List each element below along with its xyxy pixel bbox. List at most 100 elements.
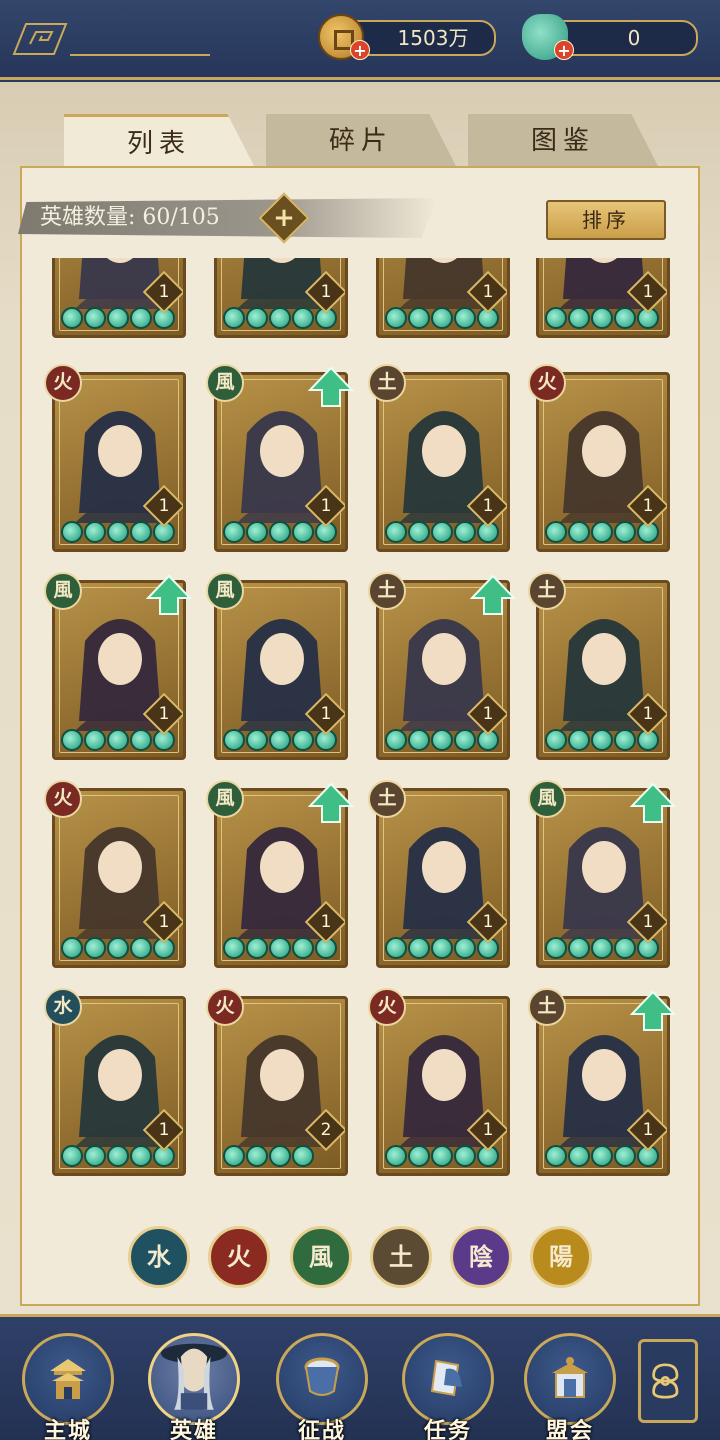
tab-list[interactable]: 列表 xyxy=(64,114,254,166)
element-fire-badge: 火 xyxy=(206,988,244,1026)
nav-label-heroes: 英雄 xyxy=(169,1419,218,1440)
jade-star-icon xyxy=(269,307,291,329)
jade-star-icon xyxy=(84,729,106,751)
jade-star-icon xyxy=(614,937,636,959)
add-jade-button[interactable]: + xyxy=(554,40,574,60)
jade-star-icon xyxy=(246,729,268,751)
nav-heroes[interactable]: 英雄 xyxy=(144,1333,244,1440)
hero-grid[interactable]: 1 1 1 1 1 火 1 風 1 土 1 火 1 風 1 風 1 土 1 土 1 火 1 風 1 土 1 風 1 水 2 火 1 火 1 土 xyxy=(30,258,690,1206)
upgrade-arrow-icon xyxy=(146,574,192,615)
jade-star-icon xyxy=(385,937,407,959)
hero-level-value: 1 xyxy=(642,1120,654,1140)
jade-star-icon xyxy=(408,521,430,543)
jade-star-icon xyxy=(385,307,407,329)
upgrade-arrow-icon xyxy=(308,366,354,407)
filter-water-button[interactable]: 水 xyxy=(128,1226,190,1288)
hero-level-value: 1 xyxy=(158,912,170,932)
jade-star-icon xyxy=(292,521,314,543)
element-fire-badge: 火 xyxy=(368,988,406,1026)
nav-alliance[interactable]: 盟会 xyxy=(520,1333,620,1440)
filter-earth-button[interactable]: 土 xyxy=(370,1226,432,1288)
jade-star-icon xyxy=(269,521,291,543)
plus-icon: + xyxy=(273,203,295,233)
jade-star-icon xyxy=(545,937,567,959)
element-fire-badge: 火 xyxy=(44,780,82,818)
jade-star-icon xyxy=(614,307,636,329)
jade-star-icon xyxy=(292,729,314,751)
nav-campaign[interactable]: 征战 xyxy=(272,1333,372,1440)
hero-level-value: 1 xyxy=(158,704,170,724)
filter-yang-button[interactable]: 陽 xyxy=(530,1226,592,1288)
hero-level-value: 1 xyxy=(642,912,654,932)
hero-card[interactable]: 1 xyxy=(376,258,510,338)
jade-amount: 0 xyxy=(627,26,641,50)
sort-button[interactable]: 排序 xyxy=(546,200,666,240)
tab-fragments[interactable]: 碎片 xyxy=(266,114,456,166)
jade-star-icon xyxy=(568,937,590,959)
element-wind-badge: 風 xyxy=(206,780,244,818)
jade-star-icon xyxy=(431,521,453,543)
jade-star-icon xyxy=(591,1145,613,1167)
hero-card[interactable]: 1 xyxy=(536,258,670,338)
menu-emblem-icon[interactable] xyxy=(12,22,68,56)
jade-star-icon xyxy=(223,937,245,959)
jade-star-icon xyxy=(61,307,83,329)
hero-level-value: 1 xyxy=(320,912,332,932)
jade-star-icon xyxy=(223,729,245,751)
element-earth-badge: 土 xyxy=(368,780,406,818)
element-earth-badge: 土 xyxy=(368,572,406,610)
hero-level-value: 1 xyxy=(158,496,170,516)
nav-main-city[interactable]: 主城 xyxy=(18,1333,118,1440)
jade-star-icon xyxy=(431,937,453,959)
element-water-badge: 水 xyxy=(44,988,82,1026)
jade-star-icon xyxy=(431,307,453,329)
jade-star-icon xyxy=(223,307,245,329)
jade-star-icon xyxy=(130,307,152,329)
jade-star-icon xyxy=(385,521,407,543)
jade-star-icon xyxy=(454,521,476,543)
filter-yin-button[interactable]: 陰 xyxy=(450,1226,512,1288)
filter-fire-button[interactable]: 火 xyxy=(208,1226,270,1288)
jade-star-icon xyxy=(431,729,453,751)
jade-star-icon xyxy=(61,729,83,751)
jade-star-icon xyxy=(84,307,106,329)
filter-wind-button[interactable]: 風 xyxy=(290,1226,352,1288)
jade-star-icon xyxy=(568,307,590,329)
nav-label-alliance: 盟会 xyxy=(545,1419,594,1440)
jade-star-icon xyxy=(545,521,567,543)
jade-star-icon xyxy=(454,307,476,329)
jade-star-icon xyxy=(130,521,152,543)
jade-star-icon xyxy=(591,729,613,751)
jade-star-icon xyxy=(614,1145,636,1167)
add-coin-button[interactable]: + xyxy=(350,40,370,60)
element-wind-badge: 風 xyxy=(206,364,244,402)
nav-label-main-city: 主城 xyxy=(43,1419,92,1440)
hero-level-value: 1 xyxy=(320,496,332,516)
hero-level-value: 1 xyxy=(482,1120,494,1140)
hero-level-value: 1 xyxy=(482,496,494,516)
nav-tasks[interactable]: 任务 xyxy=(398,1333,498,1440)
hero-level-value: 1 xyxy=(320,704,332,724)
hero-count-label: 英雄数量: 60/105 xyxy=(40,205,220,230)
jade-star-icon xyxy=(84,937,106,959)
jade-star-icon xyxy=(385,1145,407,1167)
jade-star-icon xyxy=(61,521,83,543)
war-drum-icon xyxy=(304,1357,340,1396)
hero-card[interactable]: 1 xyxy=(52,258,186,338)
hero-card[interactable]: 1 xyxy=(214,258,348,338)
jade-star-icon xyxy=(246,937,268,959)
tab-codex[interactable]: 图鉴 xyxy=(468,114,658,166)
jade-star-icon xyxy=(454,937,476,959)
jade-star-icon xyxy=(591,521,613,543)
jade-star-icon xyxy=(269,1145,291,1167)
element-wind-badge: 風 xyxy=(206,572,244,610)
more-menu-button[interactable] xyxy=(638,1339,698,1423)
jade-star-icon xyxy=(614,521,636,543)
element-fire-badge: 火 xyxy=(528,364,566,402)
element-earth-badge: 土 xyxy=(368,364,406,402)
jade-star-icon xyxy=(107,1145,129,1167)
jade-star-icon xyxy=(107,521,129,543)
jade-star-icon xyxy=(408,1145,430,1167)
jade-star-icon xyxy=(107,729,129,751)
tab-bar: 列表 碎片 图鉴 xyxy=(60,114,660,166)
